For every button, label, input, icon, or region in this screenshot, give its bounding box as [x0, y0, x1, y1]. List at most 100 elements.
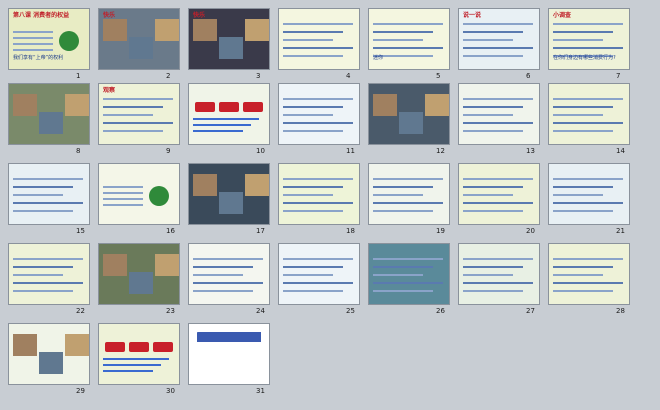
slide-thumbnail-13[interactable] — [458, 83, 540, 145]
slide-thumbnail-9[interactable]: 观察 — [98, 83, 180, 145]
text-line — [283, 194, 333, 196]
slide-number: 19 — [436, 227, 445, 235]
text-line — [283, 290, 343, 292]
slide-thumbnail-21[interactable] — [548, 163, 630, 225]
slide-thumbnail-28[interactable] — [548, 243, 630, 305]
slide-thumbnail-2[interactable]: 快乐 — [98, 8, 180, 70]
text-line — [373, 194, 423, 196]
text-line — [553, 178, 623, 180]
slide-thumbnail-8[interactable] — [8, 83, 90, 145]
text-line — [283, 266, 343, 268]
photo-block — [129, 272, 153, 294]
slide-thumbnail-5[interactable]: 迷你 — [368, 8, 450, 70]
text-line — [463, 114, 513, 116]
slide-thumbnail-19[interactable] — [368, 163, 450, 225]
text-line — [463, 55, 523, 57]
slide-thumbnail-11[interactable] — [278, 83, 360, 145]
text-line — [553, 210, 613, 212]
text-line — [463, 130, 523, 132]
text-line — [13, 202, 83, 204]
text-line — [373, 31, 433, 33]
slide-number: 23 — [166, 307, 175, 315]
slide-thumbnail-24[interactable] — [188, 243, 270, 305]
slide-thumbnail-4[interactable] — [278, 8, 360, 70]
text-line — [103, 204, 143, 206]
photo-block — [129, 37, 153, 59]
text-line — [373, 266, 433, 268]
photo-block — [65, 334, 89, 356]
slide-thumbnail-6[interactable]: 说一说 — [458, 8, 540, 70]
text-line — [13, 186, 73, 188]
red-label-box — [195, 102, 215, 112]
slide-thumbnail-25[interactable] — [278, 243, 360, 305]
text-line — [193, 282, 263, 284]
text-line — [13, 37, 53, 39]
red-label-box — [219, 102, 239, 112]
slide-thumbnail-15[interactable] — [8, 163, 90, 225]
text-line — [463, 258, 533, 260]
slide-thumbnail-10[interactable] — [188, 83, 270, 145]
slide-number: 24 — [256, 307, 265, 315]
text-line — [373, 202, 443, 204]
text-line — [553, 23, 623, 25]
text-line — [283, 122, 353, 124]
slide-title: 快乐 — [193, 12, 206, 19]
red-label-box — [153, 342, 173, 352]
slide-thumbnail-3[interactable]: 快乐 — [188, 8, 270, 70]
text-line — [373, 47, 443, 49]
text-line — [463, 178, 533, 180]
text-line — [283, 106, 343, 108]
slide-thumbnail-18[interactable] — [278, 163, 360, 225]
text-line — [373, 258, 443, 260]
slide-number: 4 — [346, 72, 351, 80]
slide-number: 11 — [346, 147, 355, 155]
slide-thumbnail-29[interactable] — [8, 323, 90, 385]
text-line — [553, 258, 623, 260]
text-line — [463, 266, 523, 268]
slide-thumbnail-12[interactable] — [368, 83, 450, 145]
slide-title: 说一说 — [463, 12, 482, 19]
text-line — [13, 274, 63, 276]
slide-thumbnail-22[interactable] — [8, 243, 90, 305]
text-line — [103, 358, 169, 360]
photo-block — [65, 94, 89, 116]
text-line — [463, 47, 533, 49]
photo-block — [245, 19, 269, 41]
slide-thumbnail-7[interactable]: 小调查 在你们身边有哪些消费行为? — [548, 8, 630, 70]
slide-thumbnail-26[interactable] — [368, 243, 450, 305]
slide-thumbnail-31[interactable]: 第1PPT — [188, 323, 270, 385]
slide-number: 13 — [526, 147, 535, 155]
text-line — [283, 39, 333, 41]
slide-thumbnail-30[interactable] — [98, 323, 180, 385]
text-line — [103, 364, 161, 366]
text-line — [13, 43, 53, 45]
text-line — [553, 39, 603, 41]
slide-number: 9 — [166, 147, 171, 155]
text-line — [193, 266, 253, 268]
red-label-box — [129, 342, 149, 352]
slide-thumbnail-23[interactable] — [98, 243, 180, 305]
slide-number: 1 — [76, 72, 81, 80]
slide-thumbnail-14[interactable] — [548, 83, 630, 145]
text-line — [283, 55, 343, 57]
slide-thumbnail-1[interactable]: 第八课 消费者的权益 我们享有“上帝”的权利 — [8, 8, 90, 70]
text-line — [553, 266, 613, 268]
slide-thumbnail-27[interactable] — [458, 243, 540, 305]
text-line — [283, 178, 353, 180]
slide-thumbnail-17[interactable] — [188, 163, 270, 225]
slide-thumbnail-20[interactable] — [458, 163, 540, 225]
text-line — [283, 202, 353, 204]
slide-thumbnail-16[interactable] — [98, 163, 180, 225]
emblem-icon — [59, 31, 79, 51]
text-line — [103, 198, 143, 200]
text-line — [553, 194, 603, 196]
slide-number: 5 — [436, 72, 441, 80]
slide-number: 20 — [526, 227, 535, 235]
text-line — [373, 210, 433, 212]
text-line — [103, 114, 153, 116]
text-line — [553, 202, 623, 204]
text-line — [553, 98, 623, 100]
text-line — [553, 47, 623, 49]
text-line — [283, 210, 343, 212]
slide-title: 小调查 — [553, 12, 572, 19]
